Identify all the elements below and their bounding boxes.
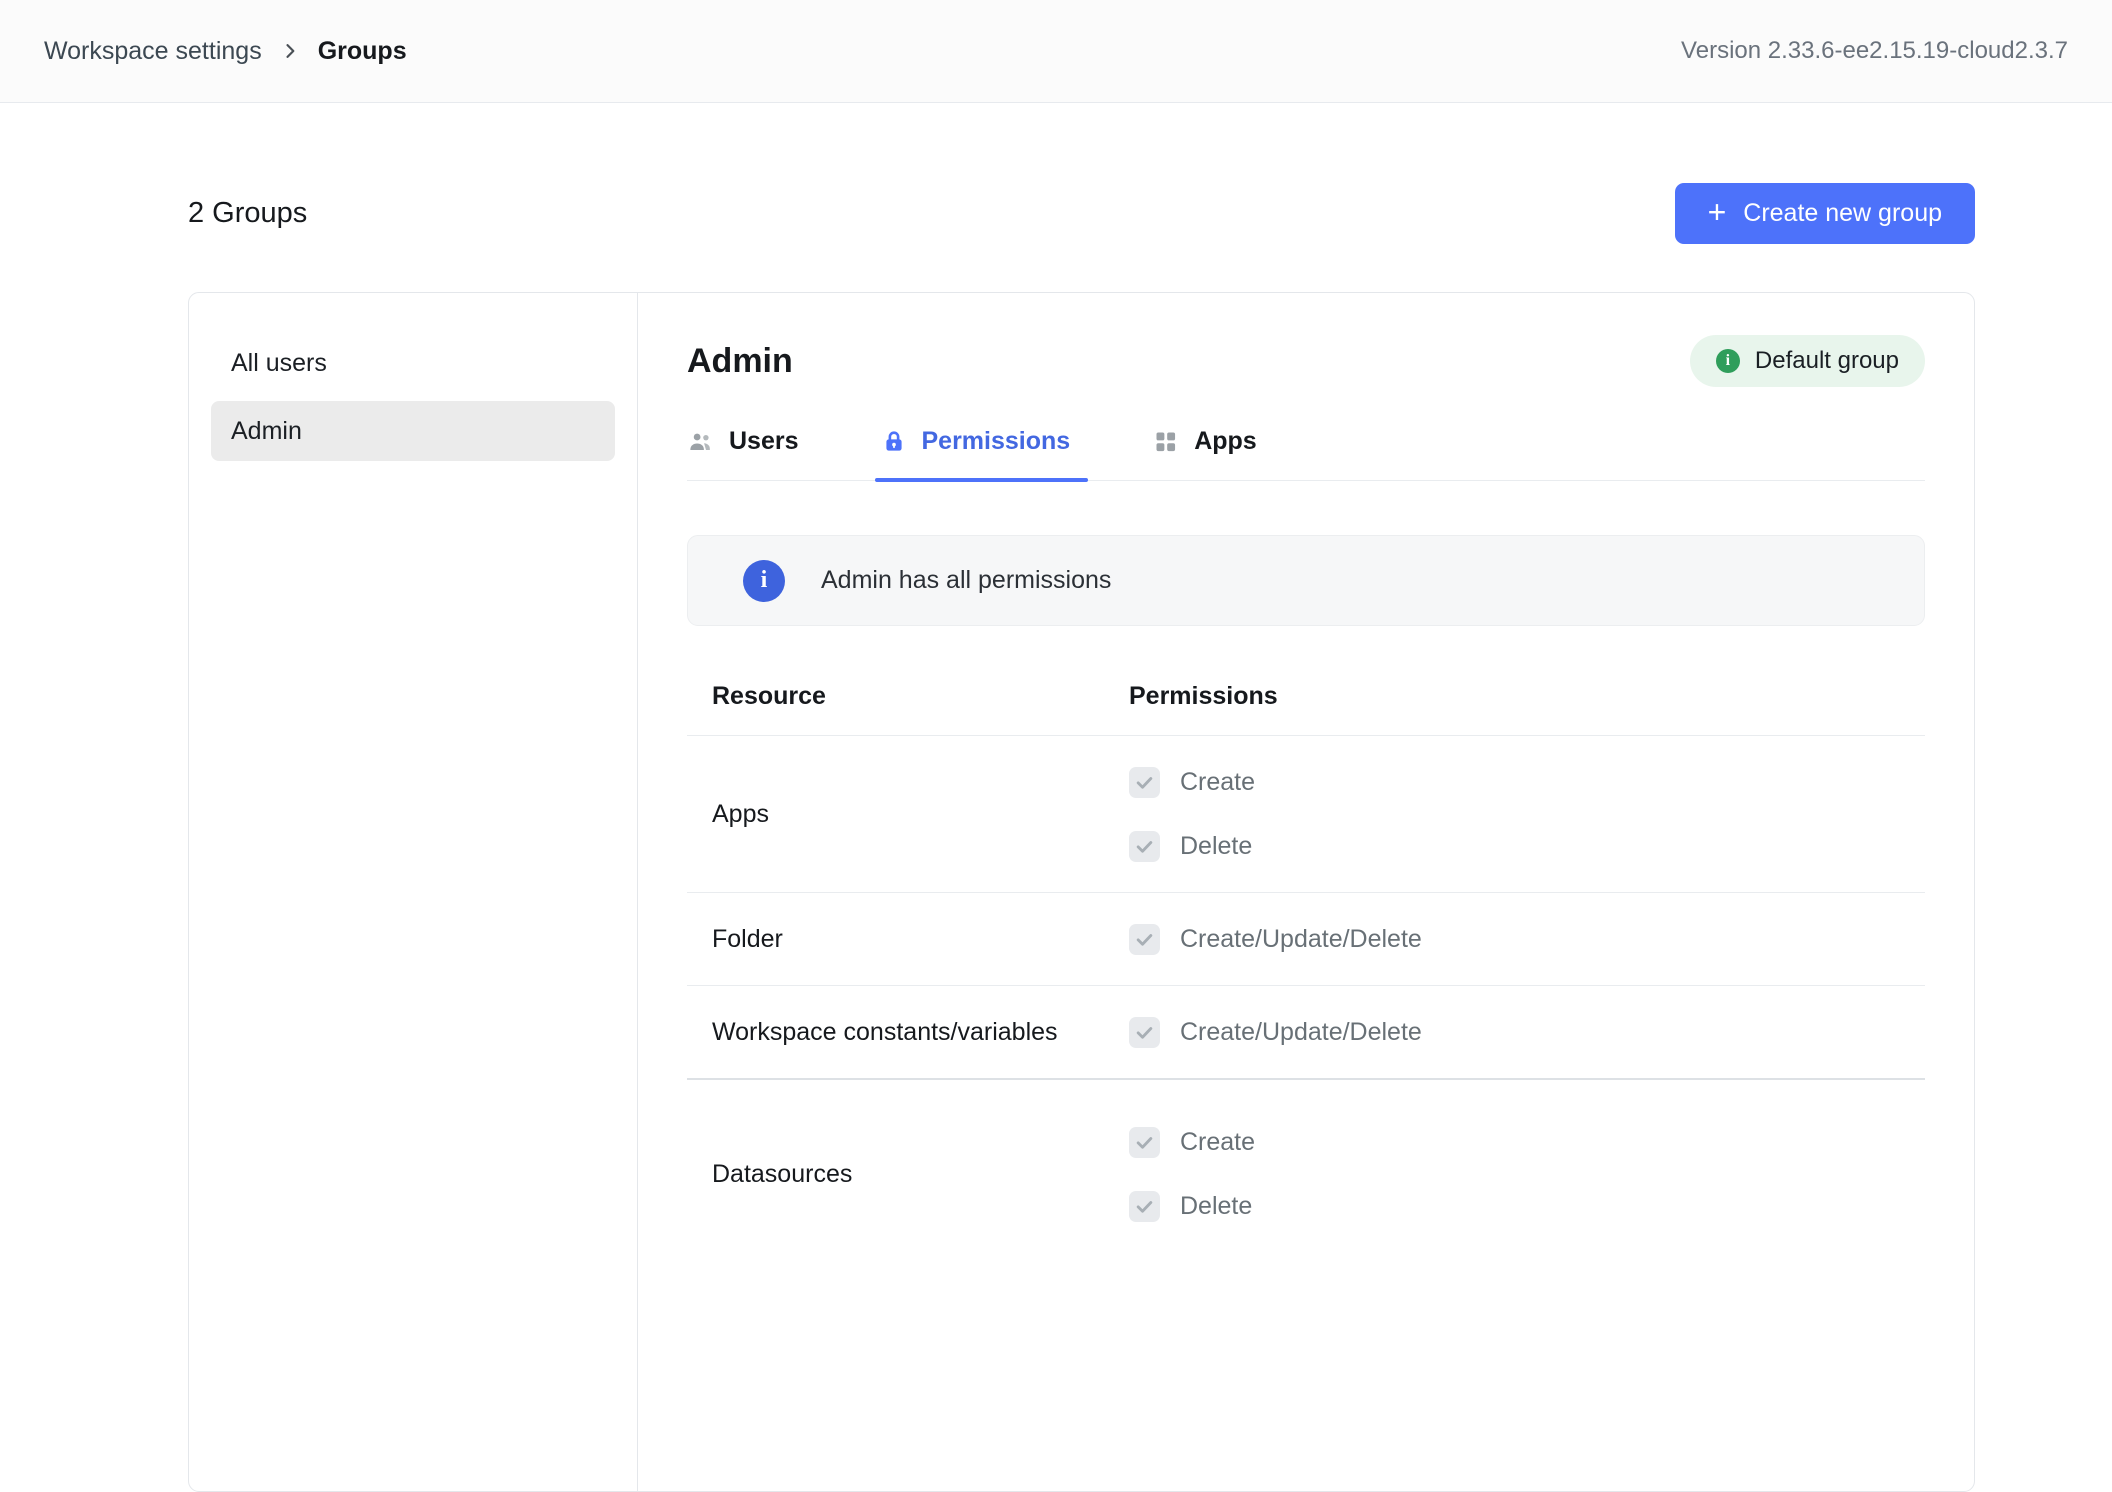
permission-label: Delete [1180,1192,1252,1221]
permissions-info-banner: i Admin has all permissions [687,535,1925,626]
permission-folder-cud: Create/Update/Delete [1129,915,1925,963]
default-group-badge: i Default group [1690,335,1925,387]
checkbox-folder-cud[interactable] [1129,924,1160,955]
permissions-table: Resource Permissions Apps Create [687,682,1925,1252]
create-new-group-label: Create new group [1743,199,1942,228]
permission-label: Create [1180,1128,1255,1157]
check-icon [1135,1197,1154,1216]
permission-label: Create [1180,768,1255,797]
group-detail-header: Admin i Default group [687,335,1925,387]
permission-label: Create/Update/Delete [1180,1018,1422,1047]
breadcrumb-workspace-settings[interactable]: Workspace settings [44,37,262,66]
version-label: Version 2.33.6-ee2.15.19-cloud2.3.7 [1681,37,2068,65]
tab-apps-label: Apps [1194,427,1257,456]
table-row-apps: Apps Create Delete [687,736,1925,893]
chevron-right-icon [280,41,300,61]
plus-icon: + [1708,196,1727,228]
check-icon [1135,1133,1154,1152]
breadcrumb: Workspace settings Groups [44,37,407,66]
checkbox-datasources-create[interactable] [1129,1127,1160,1158]
checkbox-datasources-delete[interactable] [1129,1191,1160,1222]
permission-datasources-create: Create [1129,1118,1925,1166]
permissions-column-header: Permissions [1129,682,1925,711]
table-row-folder: Folder Create/Update/Delete [687,893,1925,986]
resource-label: Folder [687,925,1129,954]
default-group-badge-label: Default group [1755,347,1899,375]
resource-label: Workspace constants/variables [687,1018,1129,1047]
checkbox-apps-create[interactable] [1129,767,1160,798]
groups-toolbar: 2 Groups + Create new group [188,183,1975,244]
permission-label: Create/Update/Delete [1180,925,1422,954]
groups-page: 2 Groups + Create new group All users Ad… [0,183,2112,1492]
tab-users-label: Users [729,427,799,456]
info-icon: i [743,560,785,602]
resource-label: Apps [687,800,1129,829]
sidebar-item-admin[interactable]: Admin [211,401,615,461]
group-title: Admin [687,342,793,381]
lock-icon [881,428,907,456]
table-row-datasources: Datasources Create Delete [687,1096,1925,1252]
permission-apps-delete: Delete [1129,822,1925,870]
group-list-sidebar: All users Admin [189,293,638,1491]
tab-permissions-label: Permissions [922,427,1071,456]
check-icon [1135,773,1154,792]
groups-card: All users Admin Admin i Default group [188,292,1975,1492]
tab-users[interactable]: Users [687,421,803,480]
resource-label: Datasources [687,1160,1129,1189]
permission-datasources-delete: Delete [1129,1182,1925,1230]
info-icon: i [1716,349,1740,373]
groups-count: 2 Groups [188,197,307,230]
apps-grid-icon [1152,428,1179,455]
top-bar: Workspace settings Groups Version 2.33.6… [0,0,2112,103]
info-banner-text: Admin has all permissions [821,566,1111,595]
check-icon [1135,1023,1154,1042]
permission-apps-create: Create [1129,758,1925,806]
create-new-group-button[interactable]: + Create new group [1675,183,1975,244]
check-icon [1135,837,1154,856]
users-icon [687,428,714,455]
check-icon [1135,930,1154,949]
checkbox-constants-cud[interactable] [1129,1017,1160,1048]
checkbox-apps-delete[interactable] [1129,831,1160,862]
resource-column-header: Resource [687,682,1129,711]
tab-apps[interactable]: Apps [1152,421,1261,480]
table-row-workspace-constants: Workspace constants/variables Create/Upd… [687,986,1925,1080]
permission-label: Delete [1180,832,1252,861]
tab-permissions[interactable]: Permissions [881,421,1075,480]
sidebar-item-all-users[interactable]: All users [211,333,615,393]
group-detail-panel: Admin i Default group [638,293,1974,1491]
permissions-table-header: Resource Permissions [687,682,1925,736]
permission-constants-cud: Create/Update/Delete [1129,1008,1925,1056]
breadcrumb-groups: Groups [318,37,407,66]
group-tabs: Users Permissions [687,421,1925,481]
